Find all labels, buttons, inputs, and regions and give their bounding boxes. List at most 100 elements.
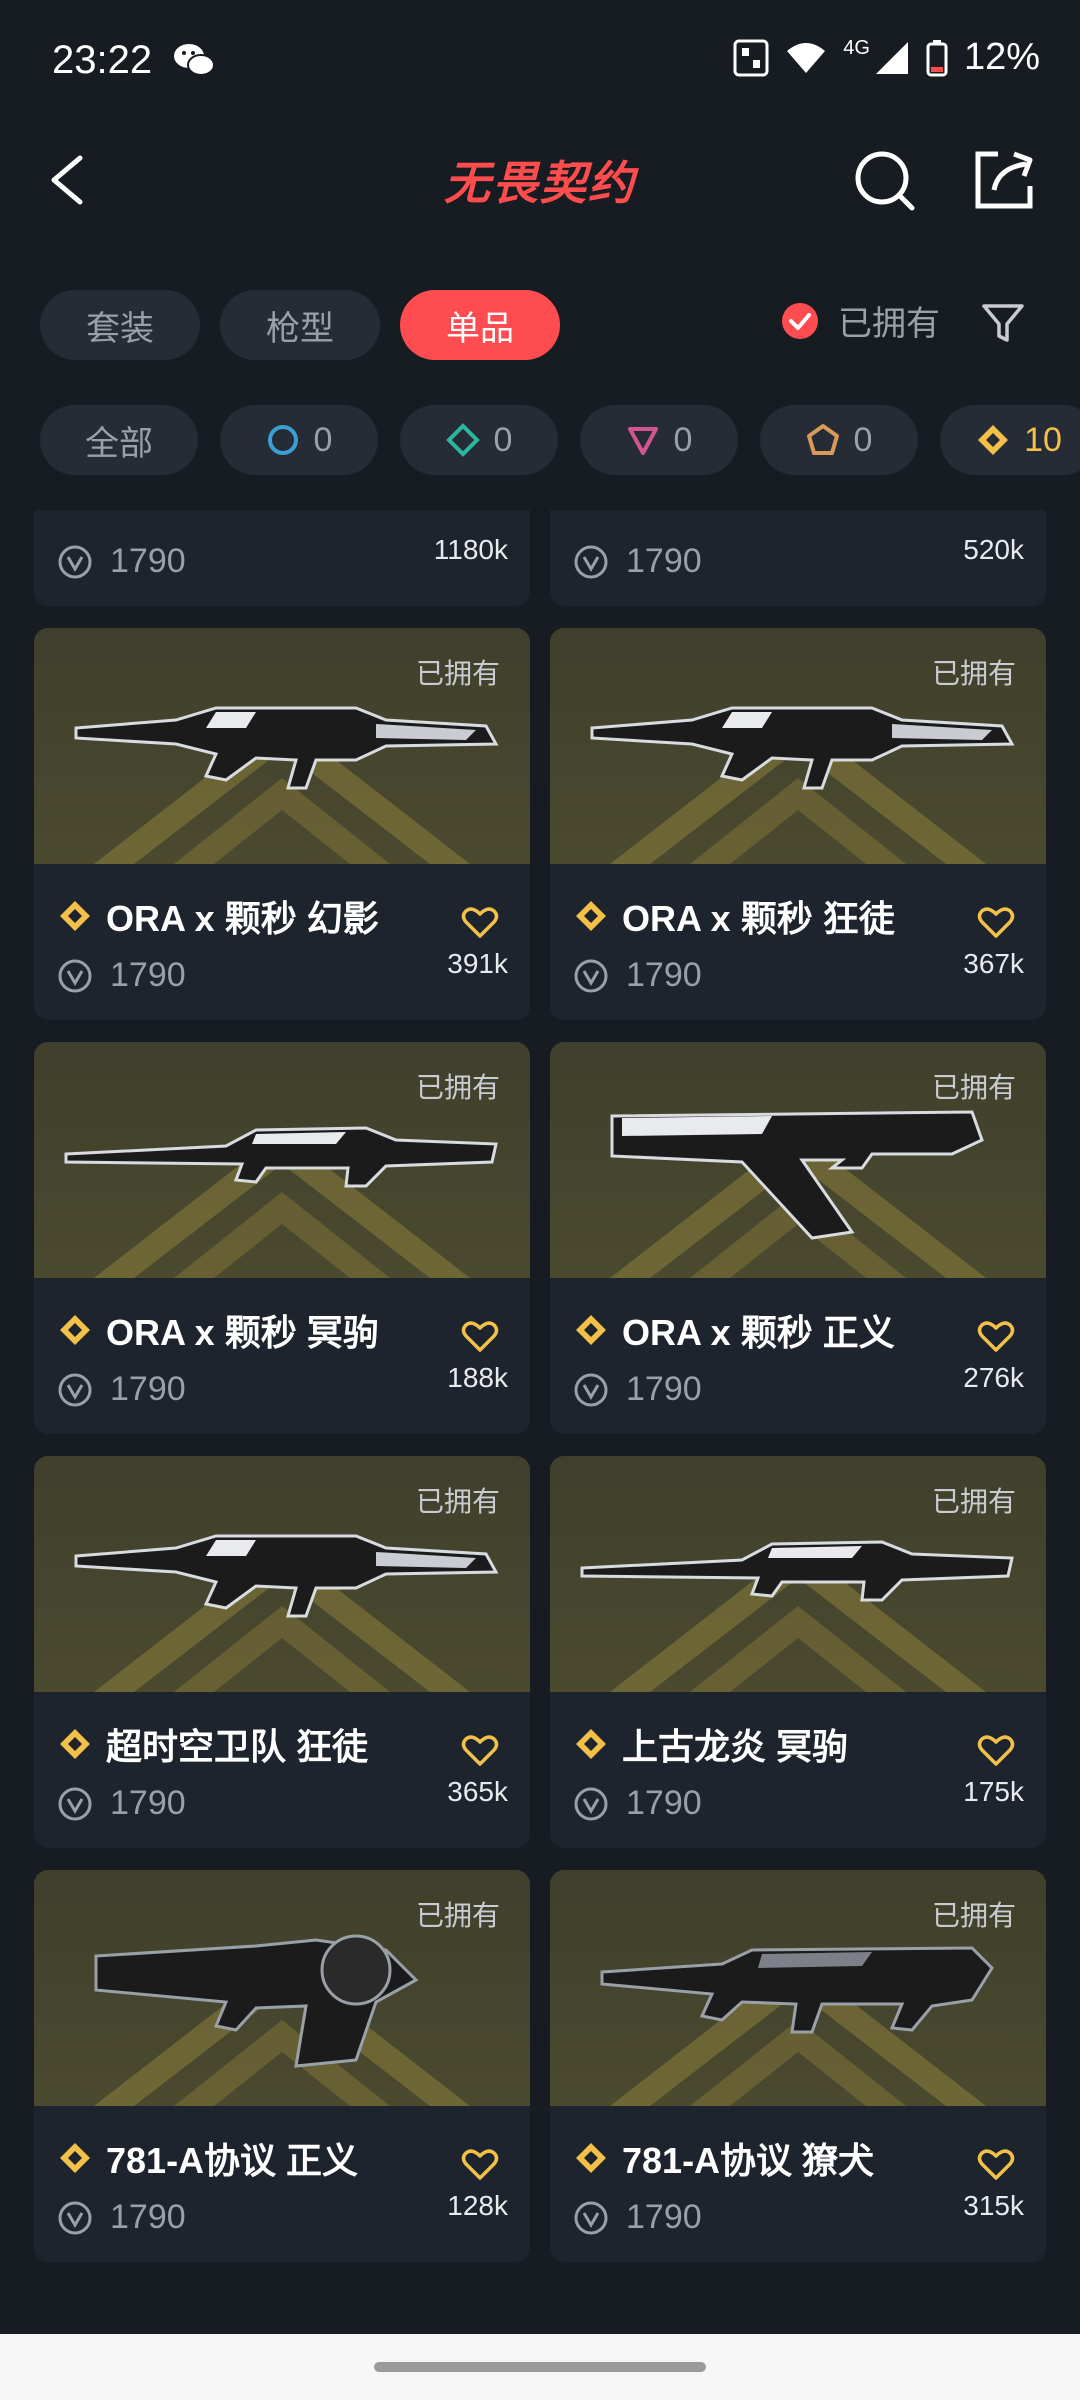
status-time: 23:22 [52,38,153,82]
heart-icon[interactable] [976,902,1016,942]
likes-count: 367k [963,948,1024,979]
owned-tag: 已拥有 [931,1486,1016,1517]
skin-card[interactable]: 已拥有 ORA x 颗秒 冥驹 1790 188k [34,1042,530,1434]
heart-icon[interactable] [460,902,500,942]
weapon-image [610,1110,984,1240]
skin-card[interactable]: 已拥有 超时空卫队 狂徒 1790 365k [34,1456,530,1848]
heart-icon[interactable] [976,2144,1016,2184]
price-row: 1790 [58,956,186,995]
skin-card-partial[interactable]: 1790 520k [550,510,1046,606]
price-row: 1790 [574,1784,702,1823]
likes-count: 520k [963,534,1024,565]
status-icons: 4G 12% [733,36,1040,79]
vp-currency-icon [58,2201,92,2234]
share-icon[interactable] [968,144,1040,216]
name-row: 上古龙炎 冥驹 [574,1718,848,1770]
ultra-tier-icon [60,1315,90,1345]
price: 1790 [110,1370,186,1408]
skin-card-partial[interactable]: 1790 1180k [34,510,530,606]
likes-count: 128k [447,2190,508,2221]
weapon-image [580,1540,1014,1602]
chip-select-count: 0 [313,420,333,459]
skin-card[interactable]: 已拥有 ORA x 颗秒 正义 1790 276k [550,1042,1046,1434]
vp-currency-icon [58,1373,92,1406]
weapon-image [590,706,1015,790]
price-row: 1790 [58,1370,186,1409]
chip-all[interactable]: 全部 [40,405,198,475]
chip-exclusive[interactable]: 0 [760,405,918,475]
skin-name: 上古龙炎 冥驹 [622,1726,849,1767]
skin-thumbnail: 已拥有 [34,1042,530,1278]
weapon-image [64,1126,498,1188]
price-row: 1790 [58,542,186,581]
vp-currency-icon [574,2201,608,2234]
chip-exclusive-count: 0 [853,420,873,459]
price-row: 1790 [58,1784,186,1823]
likes-count: 315k [963,2190,1024,2221]
chip-premium[interactable]: 0 [580,405,738,475]
tab-weapon-type[interactable]: 枪型 [220,290,380,360]
skin-name: 781-A协议 正义 [106,2140,359,2181]
skin-name: 781-A协议 獠犬 [622,2140,875,2181]
skin-card[interactable]: 已拥有 781-A协议 獠犬 1790 315k [550,1870,1046,2262]
skin-thumbnail: 已拥有 [34,628,530,864]
heart-icon[interactable] [976,1730,1016,1770]
skin-card[interactable]: 已拥有 ORA x 颗秒 狂徒 1790 367k [550,628,1046,1020]
battery-level: 12% [963,36,1040,78]
price-row: 1790 [574,1370,702,1409]
skin-card[interactable]: 已拥有 781-A协议 正义 1790 128k [34,1870,530,2262]
weapon-image [94,1934,419,2068]
weapon-image [74,706,499,790]
owned-tag: 已拥有 [415,1486,500,1517]
chip-ultra[interactable]: 10 [940,405,1080,475]
heart-icon[interactable] [460,2144,500,2184]
wechat-icon [174,44,215,76]
skin-name: 超时空卫队 狂徒 [106,1726,369,1767]
chip-all-label: 全部 [85,424,153,463]
owned-filter[interactable]: 已拥有 [780,296,940,345]
owned-tag: 已拥有 [415,658,500,689]
name-row: ORA x 颗秒 狂徒 [574,890,895,942]
ultra-tier-icon [60,901,90,931]
price-row: 1790 [574,2198,702,2237]
skin-card[interactable]: 已拥有 上古龙炎 冥驹 1790 175k [550,1456,1046,1848]
name-row: ORA x 颗秒 正义 [574,1304,895,1356]
likes-count: 276k [963,1362,1024,1393]
tab-set[interactable]: 套装 [40,290,200,360]
select-tier-icon [267,425,298,455]
skin-name: ORA x 颗秒 正义 [622,1312,895,1353]
owned-tag: 已拥有 [931,1900,1016,1931]
price: 1790 [626,2198,702,2236]
nfc-icon [733,39,769,76]
heart-icon[interactable] [976,1316,1016,1356]
filter-icon[interactable] [978,298,1028,348]
rarity-filter-chips: 全部 0 0 0 0 10 [40,405,1080,475]
price-row: 1790 [58,2198,186,2237]
price: 1790 [626,1370,702,1408]
ultra-tier-icon [576,901,606,931]
chip-premium-count: 0 [673,420,693,459]
skin-thumbnail: 已拥有 [550,628,1046,864]
heart-icon[interactable] [460,1730,500,1770]
skin-card[interactable]: 已拥有 ORA x 颗秒 幻影 1790 391k [34,628,530,1020]
tab-single-item[interactable]: 单品 [400,290,560,360]
price: 1790 [110,542,186,580]
chip-deluxe[interactable]: 0 [400,405,558,475]
chip-ultra-count: 10 [1024,420,1062,459]
system-nav-bar [0,2334,1080,2400]
chip-deluxe-count: 0 [493,420,513,459]
heart-icon[interactable] [460,1316,500,1356]
ultra-tier-icon [576,1729,606,1759]
price: 1790 [110,2198,186,2236]
back-button[interactable] [40,144,112,216]
battery-icon [926,39,948,76]
home-indicator[interactable] [374,2362,706,2372]
chip-select[interactable]: 0 [220,405,378,475]
search-icon[interactable] [848,144,920,216]
vp-currency-icon [58,1787,92,1820]
skin-name: ORA x 颗秒 冥驹 [106,1312,379,1353]
skin-name: ORA x 颗秒 狂徒 [622,898,895,939]
price-row: 1790 [574,956,702,995]
skin-thumbnail: 已拥有 [550,1042,1046,1278]
vp-currency-icon [58,959,92,992]
